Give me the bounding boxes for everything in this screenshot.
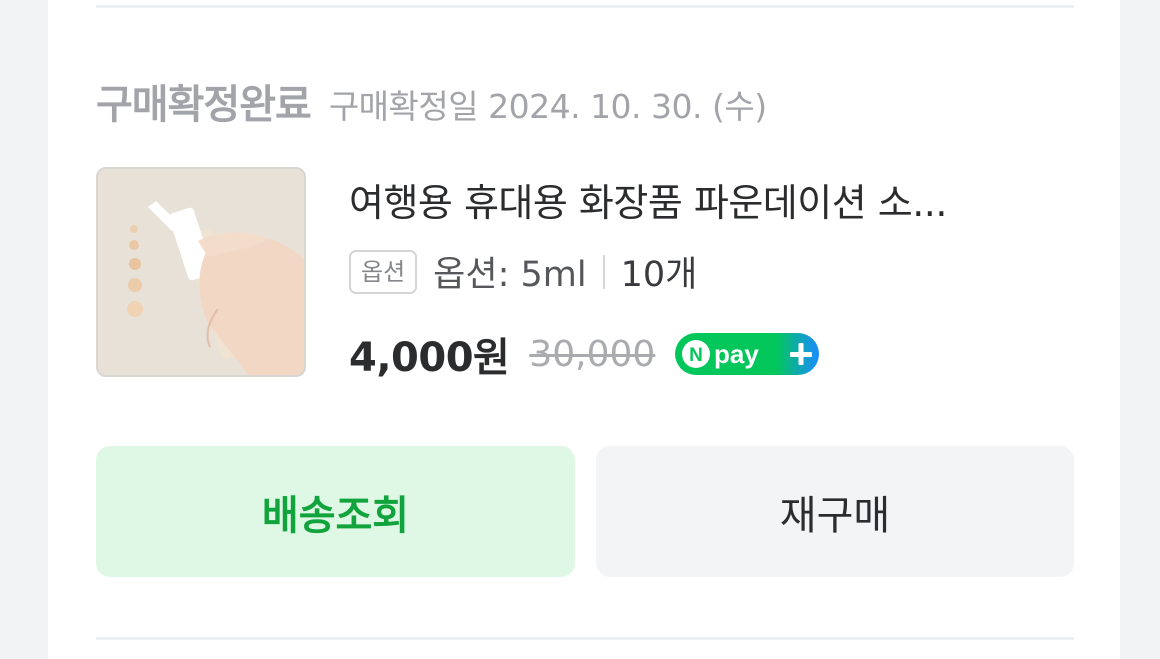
divider <box>96 637 1074 640</box>
option-row: 옵션 옵션: 5ml 10개 <box>349 246 697 297</box>
option-separator <box>602 254 605 289</box>
foundation-product-image <box>98 169 304 375</box>
price-row: 4,000원 30,000 N pay <box>349 325 820 383</box>
divider <box>96 5 1074 8</box>
order-status-title: 구매확정완료 <box>96 82 312 128</box>
product-thumbnail[interactable] <box>96 167 306 377</box>
reorder-button[interactable]: 재구매 <box>596 446 1074 577</box>
npay-plus-icon: N pay <box>675 333 820 375</box>
order-status-row: 구매확정완료 구매확정일 2024. 10. 30. (수) <box>96 72 767 132</box>
option-value: 옵션: 5ml <box>433 255 587 295</box>
original-price: 30,000 <box>529 333 656 375</box>
track-delivery-button[interactable]: 배송조회 <box>96 446 575 577</box>
purchase-confirm-date: 구매확정일 2024. 10. 30. (수) <box>328 87 767 126</box>
svg-text:pay: pay <box>714 339 759 369</box>
product-name[interactable]: 여행용 휴대용 화장품 파운데이션 소... <box>349 172 1049 227</box>
sale-price: 4,000원 <box>349 335 510 381</box>
svg-text:N: N <box>689 345 703 366</box>
option-badge: 옵션 <box>349 249 418 294</box>
quantity: 10개 <box>620 255 698 295</box>
